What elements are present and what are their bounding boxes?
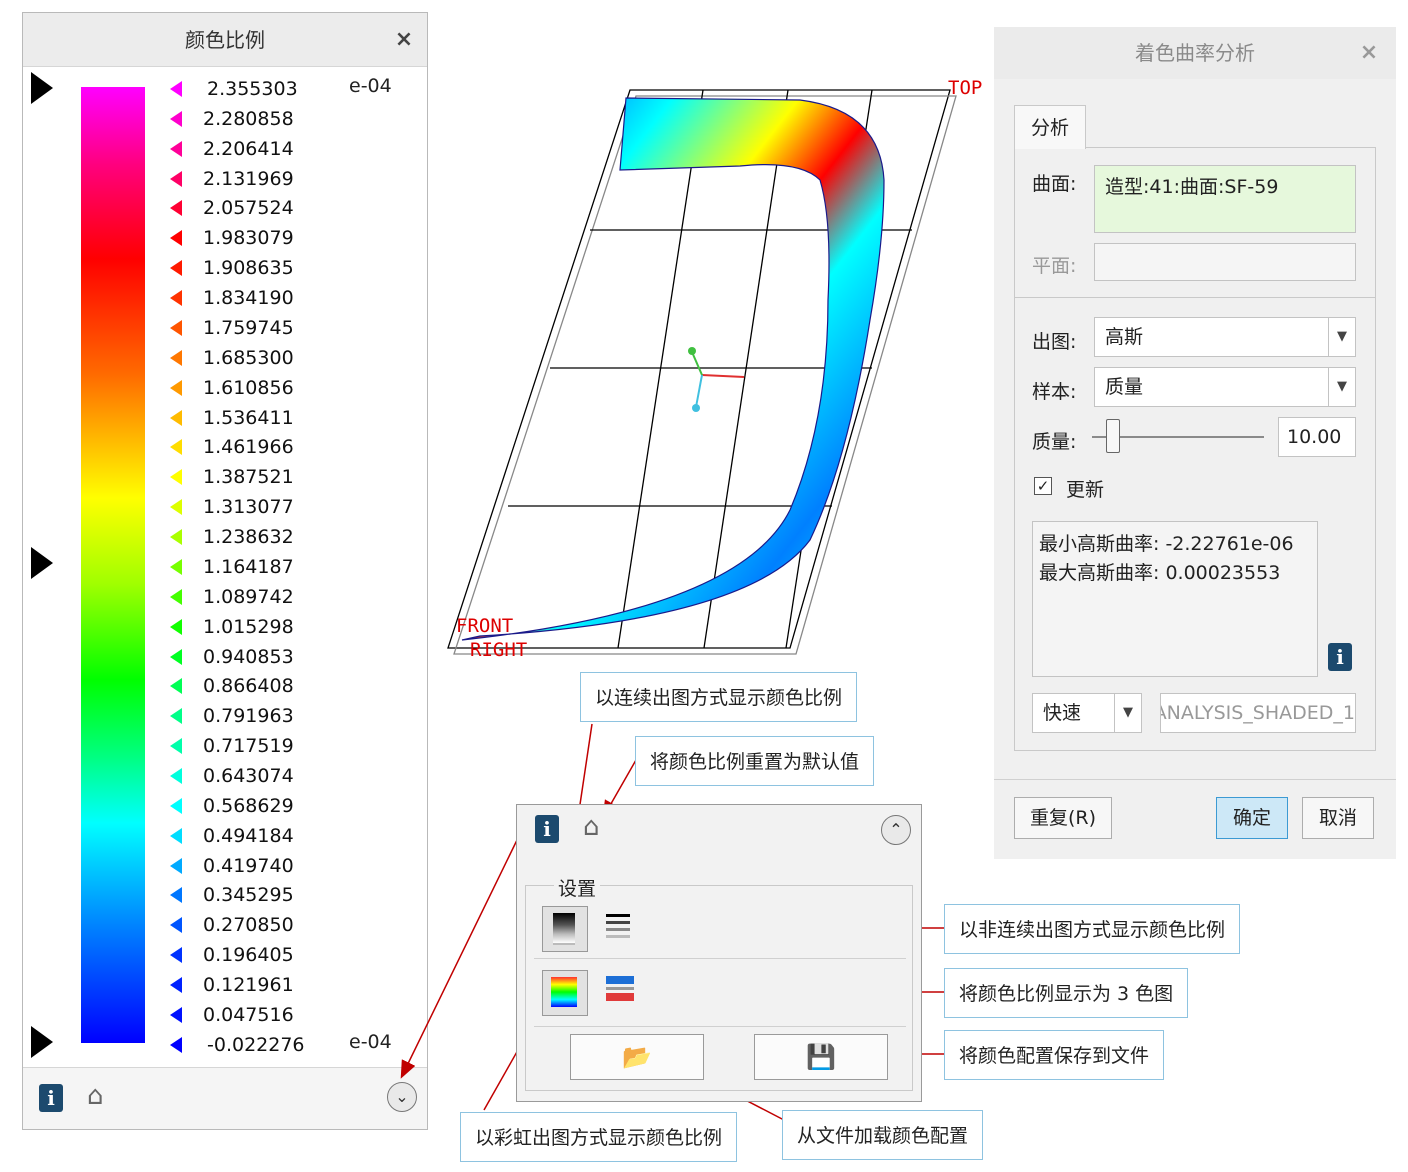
result-box: 最小高斯曲率: -2.22761e-06 最大高斯曲率: 0.00023553 [1032,521,1318,677]
settings-group: 设置 📂 💾 [525,874,913,1091]
quality-input[interactable]: 10.00 [1278,417,1356,457]
divider [534,1026,906,1027]
callout-load: 从文件加载颜色配置 [782,1110,984,1160]
rainbow-scale-icon [551,977,577,1007]
result-max: 最大高斯曲率: 0.00023553 [1039,562,1281,584]
tab-analysis[interactable]: 分析 [1014,105,1086,149]
chevron-down-icon[interactable]: ▼ [1328,318,1355,356]
sample-label: 样本: [1032,381,1077,403]
home-icon[interactable]: ⌂ [583,813,600,841]
analysis-name-field[interactable]: ANALYSIS_SHADED_1 [1160,693,1356,733]
folder-open-icon: 📂 [622,1043,652,1071]
plot-label: 出图: [1032,331,1077,353]
quality-slider-thumb[interactable] [1105,419,1120,453]
continuous-scale-icon [553,913,575,945]
callout-discrete: 以非连续出图方式显示颜色比例 [944,904,1241,954]
rainbow-scale-button[interactable] [542,970,588,1016]
surface-label: 曲面: [1032,173,1077,195]
repeat-button[interactable]: 重复(R) [1014,797,1112,839]
mode-select[interactable]: 快速 ▼ [1032,693,1142,733]
close-icon[interactable]: × [1354,27,1384,79]
result-min: 最小高斯曲率: -2.22761e-06 [1039,533,1294,555]
ok-button[interactable]: 确定 [1216,797,1288,839]
save-icon: 💾 [806,1043,836,1071]
info-icon[interactable]: i [535,815,559,843]
divider [994,779,1396,780]
cancel-button[interactable]: 取消 [1302,797,1374,839]
discrete-scale-icon[interactable] [606,914,630,938]
callout-rainbow: 以彩虹出图方式显示颜色比例 [460,1112,738,1162]
continuous-scale-button[interactable] [542,906,588,952]
dialog-title: 着色曲率分析 [1135,41,1255,65]
quality-label: 质量: [1032,431,1077,453]
divider [1014,297,1376,298]
sample-value: 质量 [1105,376,1144,398]
info-icon[interactable]: i [1328,643,1352,671]
save-config-button[interactable]: 💾 [754,1034,888,1080]
callout-three-color: 将颜色比例显示为 3 色图 [944,968,1189,1018]
settings-box: i ⌂ ⌃ 设置 📂 💾 [516,804,922,1102]
update-label: 更新 [1066,479,1105,501]
load-config-button[interactable]: 📂 [570,1034,704,1080]
collapse-icon[interactable]: ⌃ [881,815,911,845]
divider [534,958,906,959]
chevron-down-icon[interactable]: ▼ [1328,368,1355,406]
sample-select[interactable]: 质量 ▼ [1094,367,1356,407]
plane-label: 平面: [1032,255,1077,277]
update-checkbox[interactable]: ✓ [1034,477,1052,495]
callout-reset: 将颜色比例重置为默认值 [635,736,875,786]
dialog-titlebar: 着色曲率分析 × [994,27,1396,79]
chevron-down-icon[interactable]: ▼ [1114,694,1141,732]
callout-continuous: 以连续出图方式显示颜色比例 [580,672,858,722]
plane-field[interactable] [1094,243,1356,281]
shaded-curvature-dialog: 着色曲率分析 × 分析 曲面: 造型:41:曲面:SF-59 平面: 出图: 高… [994,27,1396,859]
mode-value: 快速 [1043,702,1082,724]
three-color-scale-icon[interactable] [606,976,634,1001]
callout-save: 将颜色配置保存到文件 [944,1030,1165,1080]
plot-value: 高斯 [1105,326,1144,348]
settings-group-label: 设置 [554,874,601,901]
plot-select[interactable]: 高斯 ▼ [1094,317,1356,357]
surface-field[interactable]: 造型:41:曲面:SF-59 [1094,165,1356,233]
